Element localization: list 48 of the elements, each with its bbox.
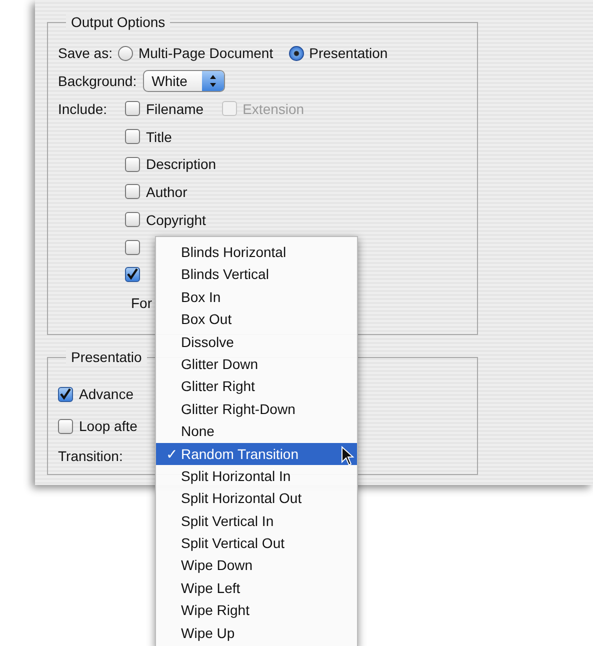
- menu-item[interactable]: Box Out: [156, 308, 357, 331]
- checkbox[interactable]: [125, 101, 140, 116]
- checkbox-label: Loop afte: [79, 418, 138, 434]
- field-label: Include:: [58, 101, 108, 117]
- checkbox[interactable]: [125, 240, 140, 255]
- menu-item[interactable]: Split Vertical In: [156, 510, 357, 532]
- menu-item[interactable]: Wipe Up: [156, 622, 357, 644]
- checkbox[interactable]: [125, 184, 140, 200]
- checkbox-label: Copyright: [146, 212, 206, 228]
- checkbox[interactable]: [58, 418, 73, 434]
- radio-option[interactable]: Presentation: [289, 45, 388, 61]
- menu-item[interactable]: ✓ Random Transition: [156, 442, 357, 465]
- field-label: Save as:: [58, 45, 112, 61]
- cursor-icon: [341, 446, 355, 466]
- checkbox[interactable]: [125, 267, 140, 282]
- menu-item[interactable]: Glitter Down: [156, 352, 357, 376]
- menu-item[interactable]: Split Horizontal Out: [156, 487, 357, 510]
- group-title: Output Options: [66, 14, 170, 30]
- menu-item[interactable]: Wipe Left: [156, 576, 357, 600]
- checkbox[interactable]: [58, 386, 73, 402]
- popup-button[interactable]: White: [142, 70, 225, 92]
- menu-item[interactable]: None: [156, 420, 357, 443]
- checkbox-label: Advance: [79, 386, 134, 402]
- menu-item[interactable]: Wipe Right: [156, 599, 357, 622]
- menu-item[interactable]: Blinds Vertical: [156, 263, 357, 286]
- menu-item[interactable]: Wipe Down: [156, 554, 357, 577]
- checkbox-label: Filename: [146, 100, 204, 117]
- menu-item[interactable]: Box In: [156, 286, 357, 308]
- checkmark: ✓: [166, 444, 178, 464]
- menu-item[interactable]: Blinds Horizontal: [156, 241, 357, 264]
- menu-item[interactable]: Glitter Right-Down: [156, 398, 357, 420]
- field-label: Background:: [58, 73, 137, 89]
- field-label: For: [131, 294, 152, 311]
- menu-item[interactable]: Split Horizontal In: [156, 464, 357, 488]
- checkbox-label: Title: [146, 128, 172, 145]
- checkbox-label: Author: [146, 184, 188, 200]
- updown-arrows-icon: [208, 74, 217, 88]
- checkbox[interactable]: [125, 129, 140, 144]
- checkbox[interactable]: [125, 212, 140, 228]
- group-title: Presentatio: [66, 349, 147, 365]
- checkbox-label: Description: [146, 156, 216, 172]
- menu-item[interactable]: Glitter Right: [156, 375, 357, 398]
- field-label: Transition:: [58, 448, 123, 464]
- radio-option[interactable]: Multi-Page Document: [118, 45, 274, 61]
- checkbox[interactable]: [125, 156, 140, 172]
- menu-item[interactable]: Dissolve: [156, 330, 357, 353]
- checkbox-label: Extension: [242, 100, 304, 117]
- menu-item[interactable]: Split Vertical Out: [156, 532, 357, 554]
